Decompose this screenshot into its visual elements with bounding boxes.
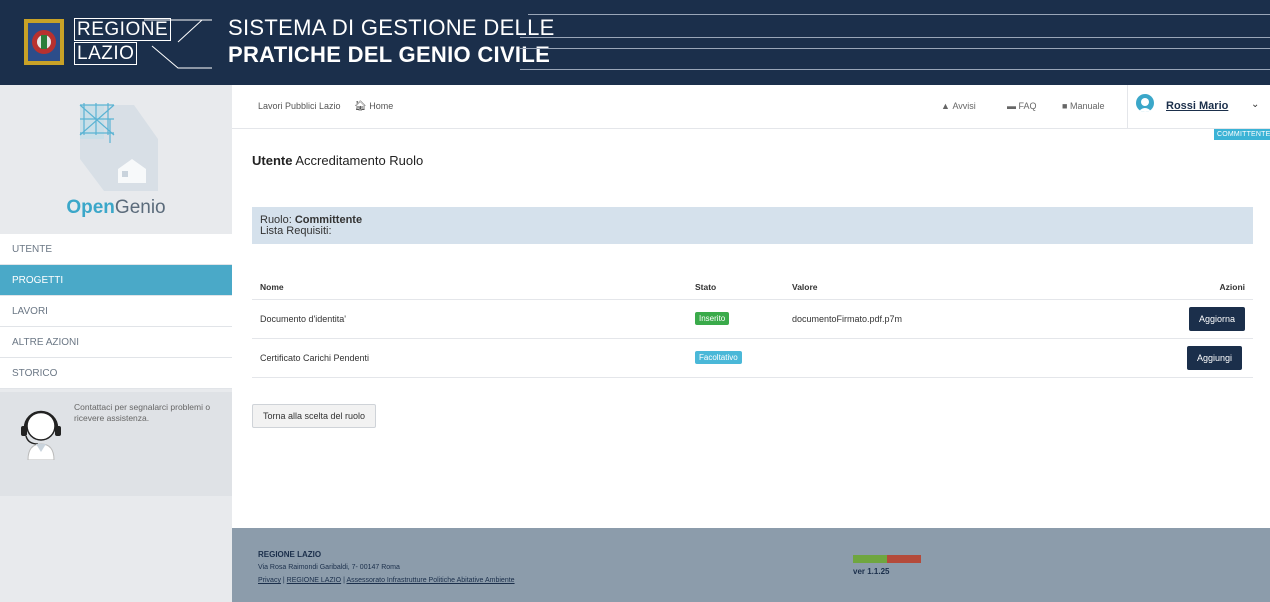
aggiungi-button[interactable]: Aggiungi — [1186, 345, 1242, 370]
header-rule — [520, 69, 1270, 70]
faq-link[interactable]: ▬ FAQ — [1007, 101, 1037, 111]
status-badge-inserito: Inserito — [695, 312, 730, 325]
footer: REGIONE LAZIO Via Rosa Raimondi Garibald… — [232, 528, 1270, 602]
cell-stato: Facoltativo — [687, 338, 784, 378]
header-rule — [528, 14, 1270, 15]
system-title-line2: PRATICHE DEL GENIO CIVILE — [228, 42, 551, 67]
brand-lazio: LAZIO — [74, 42, 138, 65]
app-header: REGIONE LAZIO SISTEMA DI GESTIONE DELLE … — [0, 0, 1270, 85]
column-header-nome: Nome — [252, 275, 687, 300]
role-badge: COMMITTENTE — [1214, 129, 1270, 140]
chat-icon: ▬ — [1007, 101, 1016, 111]
breadcrumb-home[interactable]: 🏠︎ Home — [354, 101, 393, 112]
requirements-label: Lista Requisiti: — [260, 225, 332, 237]
footer-version: ver 1.1.25 — [853, 567, 890, 576]
cell-azioni: Aggiorna — [1154, 299, 1253, 339]
header-rule — [520, 37, 1270, 38]
chevron-down-icon[interactable]: ⌄ — [1251, 99, 1259, 110]
user-name-link[interactable]: Rossi Mario — [1166, 100, 1228, 112]
validation-badge-icon — [853, 555, 921, 563]
breadcrumb-home-label: Home — [369, 101, 394, 111]
sidebar-item-lavori[interactable]: LAVORI — [0, 296, 232, 327]
header-arrow-decoration — [144, 19, 212, 69]
breadcrumb-root[interactable]: Lavori Pubblici Lazio — [258, 101, 341, 111]
role-line: Ruolo: Committente — [260, 215, 1245, 226]
user-avatar-icon — [1138, 98, 1152, 112]
column-header-azioni: Azioni — [1154, 275, 1253, 300]
status-badge-facoltativo: Facoltativo — [695, 351, 742, 364]
headset-icon — [21, 410, 61, 460]
sidebar-item-storico[interactable]: STORICO — [0, 358, 232, 389]
table-header-row: Nome Stato Valore Azioni — [252, 275, 1253, 300]
column-header-stato: Stato — [687, 275, 784, 300]
cell-nome: Certificato Carichi Pendenti — [252, 338, 687, 378]
top-bar: Lavori Pubblici Lazio 🏠︎ Home ▲ Avvisi ▬… — [232, 85, 1270, 129]
help-text: Contattaci per segnalarci problemi o ric… — [74, 402, 211, 423]
footer-link-regione[interactable]: REGIONE LAZIO — [287, 577, 341, 584]
footer-links: Privacy | REGIONE LAZIO | Assessorato In… — [258, 577, 515, 584]
footer-title: REGIONE LAZIO — [258, 550, 322, 559]
cell-stato: Inserito — [687, 299, 784, 339]
table-row: Documento d'identita' Inserito documento… — [252, 299, 1253, 339]
footer-link-assessorato[interactable]: Assessorato Infrastrutture Politiche Abi… — [346, 577, 514, 584]
footer-link-privacy[interactable]: Privacy — [258, 577, 281, 584]
home-icon: 🏠︎ — [354, 101, 367, 112]
opengenio-logo-text: OpenGenio — [66, 197, 166, 218]
cell-valore: documentoFirmato.pdf.p7m — [784, 299, 1154, 339]
role-panel: Ruolo: Committente Lista Requisiti: — [252, 207, 1253, 244]
book-icon: ■ — [1062, 101, 1068, 111]
sidebar-item-utente[interactable]: UTENTE — [0, 234, 232, 265]
cell-azioni: Aggiungi — [1154, 338, 1253, 378]
system-title-line1: SISTEMA DI GESTIONE DELLE — [228, 15, 555, 40]
bell-icon: ▲ — [941, 101, 950, 111]
faq-label: FAQ — [1018, 101, 1037, 111]
help-box[interactable]: Contattaci per segnalarci problemi o ric… — [0, 392, 232, 496]
manuale-label: Manuale — [1069, 101, 1105, 111]
cell-valore — [784, 338, 1154, 378]
requirements-table: Nome Stato Valore Azioni Documento d'ide… — [252, 275, 1253, 378]
opengenio-logo-icon — [79, 103, 158, 191]
avvisi-link[interactable]: ▲ Avvisi — [941, 101, 976, 111]
sidebar-item-altre-azioni[interactable]: ALTRE AZIONI — [0, 327, 232, 358]
regione-lazio-crest-icon — [24, 19, 64, 65]
sidebar: OpenGenio UTENTE PROGETTI LAVORI ALTRE A… — [0, 85, 232, 602]
page-title-bold: Utente — [252, 153, 293, 168]
avvisi-label: Avvisi — [952, 101, 976, 111]
aggiorna-button[interactable]: Aggiorna — [1188, 306, 1245, 331]
user-avatar[interactable] — [1136, 94, 1154, 112]
opengenio-logo[interactable]: OpenGenio — [0, 85, 232, 233]
sidebar-item-progetti[interactable]: PROGETTI — [0, 265, 232, 296]
sidebar-nav: UTENTE PROGETTI LAVORI ALTRE AZIONI STOR… — [0, 234, 232, 389]
footer-address: Via Rosa Raimondi Garibaldi, 7- 00147 Ro… — [258, 564, 400, 571]
table-row: Certificato Carichi Pendenti Facoltativo… — [252, 338, 1253, 378]
header-rule — [520, 48, 1270, 49]
back-to-role-button[interactable]: Torna alla scelta del ruolo — [252, 404, 377, 428]
page-title: Utente Accreditamento Ruolo — [252, 153, 423, 168]
page-title-rest: Accreditamento Ruolo — [295, 153, 424, 168]
column-header-valore: Valore — [784, 275, 1154, 300]
manuale-link[interactable]: ■ Manuale — [1062, 101, 1104, 111]
topbar-divider — [1127, 85, 1128, 129]
cell-nome: Documento d'identita' — [252, 299, 687, 339]
